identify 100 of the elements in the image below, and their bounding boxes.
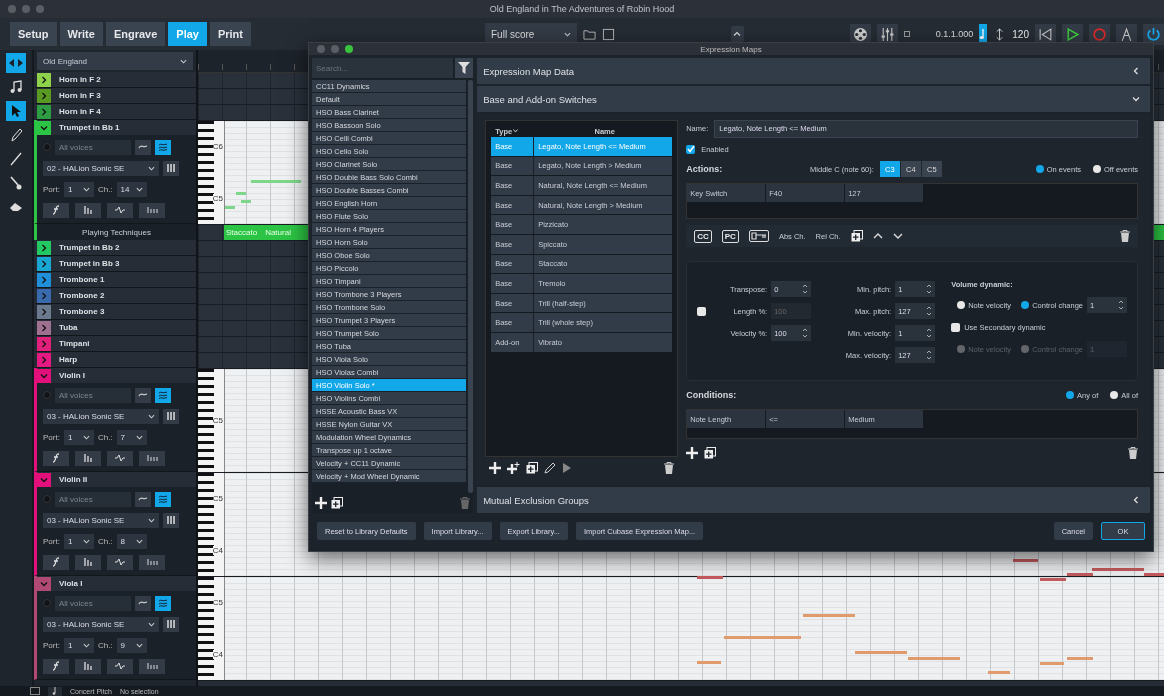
controller-button[interactable] [107,658,133,674]
velocity-button[interactable] [139,450,165,466]
tilde-button[interactable] [135,491,151,507]
folder-icon[interactable] [582,27,596,41]
secondary-dynamic-checkbox[interactable] [951,322,961,332]
port-dropdown[interactable]: 1 [63,533,94,549]
track-header[interactable]: Tuba [37,320,196,335]
automation-button[interactable] [155,491,171,507]
playback-tool[interactable] [6,53,26,73]
enabled-checkbox[interactable] [686,144,696,154]
track-header[interactable]: Timpani [37,336,196,351]
instrument-button[interactable] [163,512,179,528]
track-header[interactable]: Trumpet in Bb 1 [37,120,196,135]
pencil-icon[interactable] [544,462,557,474]
switches-section-header[interactable]: Base and Add-on Switches [477,86,1150,112]
channel-dropdown[interactable]: 14 [116,181,147,197]
page-icon[interactable] [601,27,615,41]
scrollbar[interactable] [468,80,474,493]
action-type-button[interactable]: CC [694,229,712,243]
radio-dot[interactable] [1092,165,1101,173]
add-icon[interactable] [315,497,327,509]
track-header[interactable]: Harp [37,352,196,367]
dialog-zoom-button[interactable] [345,45,353,53]
mode-tab[interactable]: Write [59,22,103,46]
track-header[interactable]: Trumpet in Bb 3 [37,256,196,271]
mixer-icon[interactable] [876,23,898,45]
expand-toggle[interactable] [37,352,51,367]
duplicate-icon[interactable] [331,497,343,509]
voices-field[interactable]: All voices [55,595,131,611]
voices-field[interactable]: All voices [55,387,131,403]
instrument-button[interactable] [163,616,179,632]
tilde-button[interactable] [135,595,151,611]
radio-dot[interactable] [1066,391,1075,399]
velocity-button[interactable] [139,658,165,674]
port-dropdown[interactable]: 1 [63,637,94,653]
voice-toggle[interactable] [43,143,51,151]
track-header[interactable]: Trumpet in Bb 2 [37,240,196,255]
exclusion-groups-section-header[interactable]: Mutual Exclusion Groups [477,487,1150,513]
mode-tab[interactable]: Print [209,22,251,46]
device-dropdown[interactable]: 02 - HALion Sonic SE [43,160,159,176]
expand-toggle[interactable] [37,288,51,303]
expand-toggle[interactable] [37,88,51,103]
expand-toggle[interactable] [37,576,51,591]
radio-dot[interactable] [1110,391,1119,399]
channel-dropdown[interactable]: 9 [116,637,147,653]
map-data-section-header[interactable]: Expression Map Data [477,58,1150,84]
action-type-button[interactable]: PC [721,229,739,243]
expand-toggle[interactable] [37,320,51,335]
device-dropdown[interactable]: 03 - HALion Sonic SE [43,512,159,528]
expand-toggle[interactable] [37,120,51,135]
panel-icon[interactable] [30,687,40,695]
track-header[interactable]: Horn in F 4 [37,104,196,119]
add-icon[interactable] [686,447,699,459]
tilde-button[interactable] [135,139,151,155]
select-tool[interactable] [6,101,26,121]
play-icon[interactable] [1062,23,1083,45]
trash-icon[interactable] [1128,447,1138,459]
track-header[interactable]: Horn in F 2 [37,72,196,87]
controller-button[interactable] [107,450,133,466]
tilde-button[interactable] [135,387,151,403]
key-switch-button[interactable] [748,230,769,242]
layout-dropdown[interactable]: Full score [485,23,577,45]
track-header[interactable]: Trombone 1 [37,272,196,287]
track-header[interactable]: Trombone 3 [37,304,196,319]
techniques-button[interactable] [75,202,101,218]
voices-field[interactable]: All voices [55,491,131,507]
channel-dropdown[interactable]: 7 [116,429,147,445]
expand-toggle[interactable] [37,304,51,319]
expand-toggle[interactable] [37,368,51,383]
track-header[interactable]: Horn in F 3 [37,88,196,103]
dynamics-button[interactable] [43,202,69,218]
track-header[interactable]: Violin I [37,368,196,383]
track-header[interactable]: Violin II [37,472,196,487]
length-checkbox[interactable] [697,306,707,316]
trash-icon[interactable] [664,462,675,474]
play-icon[interactable] [562,462,573,474]
radio-dot[interactable] [957,345,966,353]
filter-button[interactable] [455,58,474,78]
automation-button[interactable] [155,595,171,611]
film-reel-icon[interactable] [849,23,871,45]
velocity-button[interactable] [139,202,165,218]
expand-toggle[interactable] [37,336,51,351]
mode-tab[interactable]: Engrave [105,22,166,46]
channel-dropdown[interactable]: 8 [116,533,147,549]
voice-toggle[interactable] [43,599,51,607]
dynamics-button[interactable] [43,554,69,570]
expand-toggle[interactable] [37,104,51,119]
duplicate-icon[interactable] [526,462,539,474]
mode-tab[interactable]: Setup [10,22,57,46]
radio-dot[interactable] [1021,345,1030,353]
voice-toggle[interactable] [43,391,51,399]
expand-toggle[interactable] [37,72,51,87]
instrument-button[interactable] [163,408,179,424]
click-toggle[interactable] [979,24,988,44]
add-icon[interactable] [489,462,502,474]
rewind-icon[interactable] [1035,23,1056,45]
add-action-button[interactable] [850,230,863,242]
automation-button[interactable] [155,139,171,155]
device-dropdown[interactable]: 03 - HALion Sonic SE [43,616,159,632]
radio-dot[interactable] [957,301,966,309]
